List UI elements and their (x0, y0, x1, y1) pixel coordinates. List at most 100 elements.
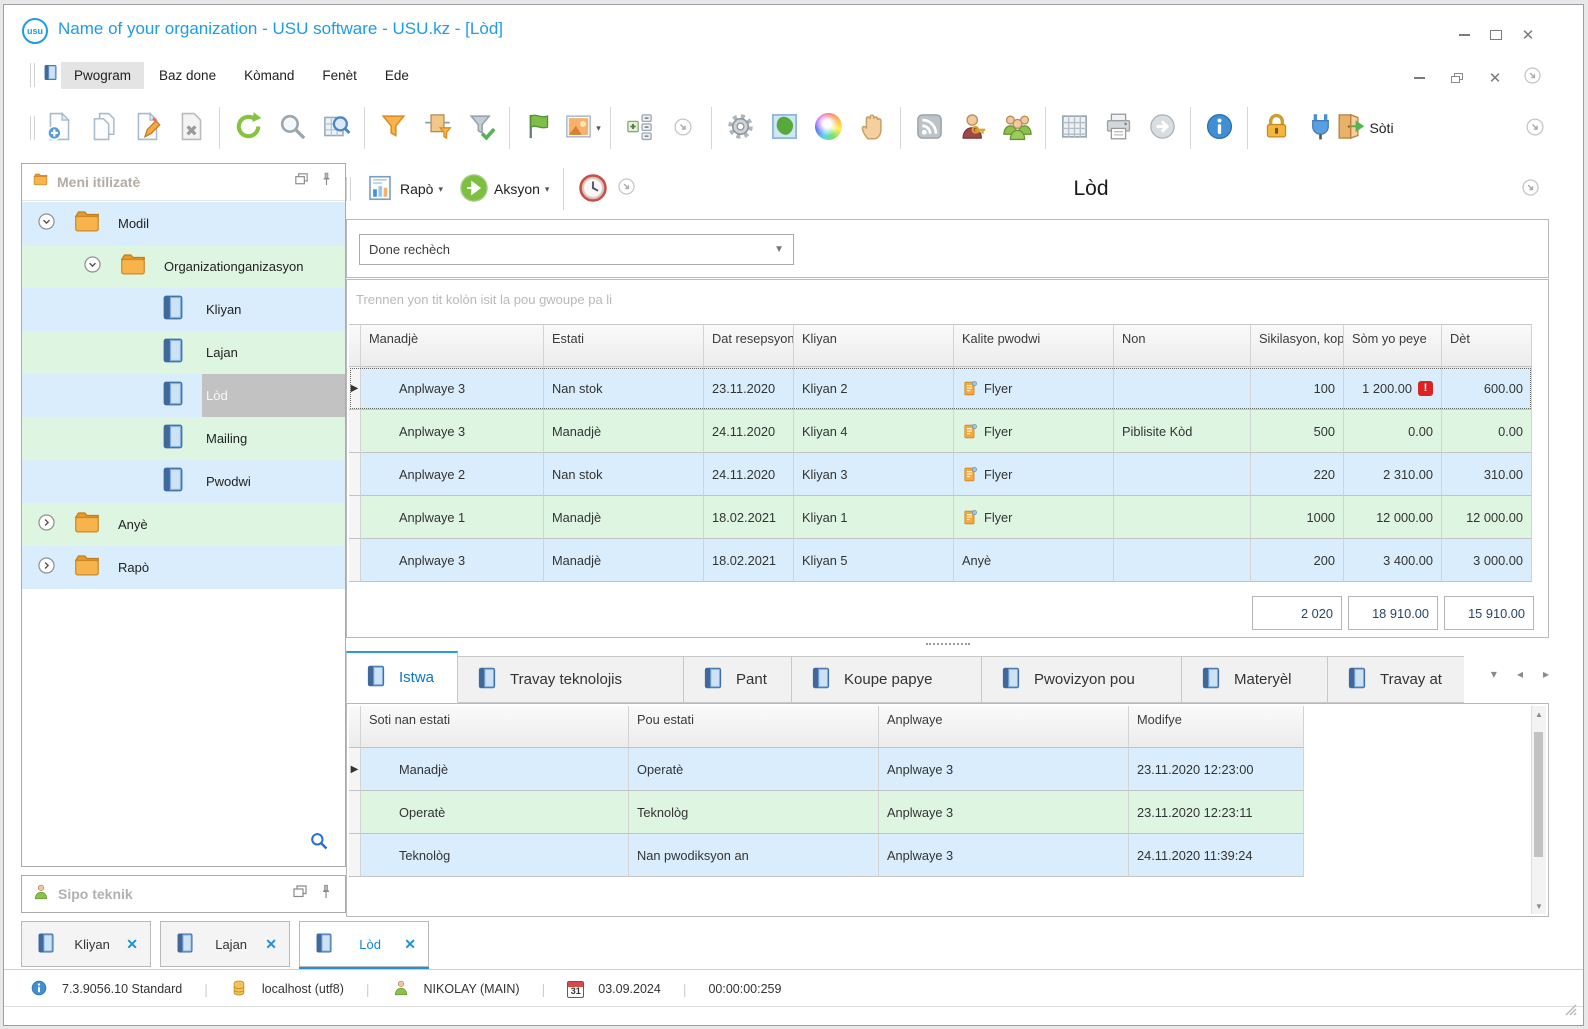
tab-travay-teknolojis[interactable]: Travay teknolojis (458, 656, 684, 703)
close-tab-button[interactable]: ✕ (265, 936, 277, 953)
flag-button[interactable] (516, 101, 560, 155)
users-group-button[interactable] (995, 101, 1039, 155)
lock-button[interactable] (1254, 101, 1298, 155)
edit-document-button[interactable] (125, 101, 169, 155)
close-button[interactable]: ✕ (1517, 27, 1539, 43)
copy-document-button[interactable] (81, 101, 125, 155)
new-document-button[interactable] (37, 101, 81, 155)
go-next-button[interactable] (1140, 101, 1184, 155)
tree-item-organizationganizasyon[interactable]: Organizationganizasyon (22, 245, 345, 288)
exit-door-button[interactable]: Sòti (1338, 101, 1394, 155)
float-window-icon[interactable] (291, 883, 309, 906)
filter-button[interactable] (371, 101, 415, 155)
table-row[interactable]: Anplwaye 3 Manadjè 24.11.2020 Kliyan 4 Flyer… (349, 410, 1532, 453)
info-button[interactable] (1197, 101, 1241, 155)
menu-item-ede[interactable]: Ede (372, 62, 422, 89)
doc-tab-kliyan[interactable]: Kliyan ✕ (21, 921, 151, 967)
tree-item-mailing[interactable]: Mailing (22, 417, 345, 460)
expander-closed-icon[interactable] (36, 512, 57, 538)
panel-splitter[interactable] (346, 637, 1549, 651)
doc-tab-lajan[interactable]: Lajan ✕ (160, 921, 290, 967)
tab-pant[interactable]: Pant (684, 656, 792, 703)
scroll-up-icon[interactable]: ▲ (1532, 706, 1546, 722)
settings-gear-button[interactable] (718, 101, 762, 155)
maximize-button[interactable] (1485, 27, 1507, 43)
mdi-restore-button[interactable] (1446, 70, 1468, 86)
table-row[interactable]: Anplwaye 1 Manadjè 18.02.2021 Kliyan 1 Flyer… (349, 496, 1532, 539)
tree-item-modil[interactable]: Modil (22, 202, 345, 245)
tree-item-lajan[interactable]: Lajan (22, 331, 345, 374)
tab-istwa[interactable]: Istwa (346, 651, 458, 703)
table-row[interactable]: Anplwaye 2 Nan stok 24.11.2020 Kliyan 3 Flye… (349, 453, 1532, 496)
filter-apply-button[interactable] (459, 101, 503, 155)
image-button[interactable]: ▾ (560, 101, 604, 155)
column-header-manadj[interactable]: Manadjè (361, 324, 544, 367)
tree-item-rap[interactable]: Rapò (22, 546, 345, 589)
map-button[interactable] (762, 101, 806, 155)
column-header-dat-resepsyon[interactable]: Dat resepsyon (704, 324, 794, 367)
column-header-sikilasyon-kopi[interactable]: Sikilasyon, kopi (1251, 324, 1344, 367)
table-row[interactable]: Anplwaye 3 Manadjè 18.02.2021 Kliyan 5 Anyè 2… (349, 539, 1532, 582)
layout-cards-button[interactable] (617, 101, 661, 155)
vertical-scrollbar[interactable]: ▲ ▼ (1531, 706, 1546, 914)
pin-icon[interactable] (317, 883, 335, 906)
search-combo[interactable]: Done rechèch ▼ (359, 234, 794, 265)
column-header-kliyan[interactable]: Kliyan (794, 324, 954, 367)
tab-pwovizyon-pou[interactable]: Pwovizyon pou (982, 656, 1182, 703)
table-row[interactable]: Operatè Teknològ Anplwaye 3 23.11.2020 12:2… (349, 791, 1304, 834)
menu-item-baz-done[interactable]: Baz done (146, 62, 229, 89)
collapse-chevron-icon[interactable] (1520, 177, 1541, 203)
refresh-button[interactable] (226, 101, 270, 155)
search-button[interactable] (270, 101, 314, 155)
tree-item-l-d[interactable]: Lòd (22, 374, 345, 417)
tab-koupe-papye[interactable]: Koupe papye (792, 656, 982, 703)
collapse-chevron-button[interactable] (1513, 101, 1557, 155)
menu-item-k-mand[interactable]: Kòmand (231, 62, 307, 89)
column-header-estati[interactable]: Estati (544, 324, 704, 367)
colors-button[interactable] (806, 101, 850, 155)
column-header-s-m-yo-peye[interactable]: Sòm yo peye (1344, 324, 1442, 367)
tab-scroll-right-icon[interactable]: ▸ (1543, 667, 1549, 681)
tree-item-any[interactable]: Anyè (22, 503, 345, 546)
column-header-d-t[interactable]: Dèt (1442, 324, 1532, 367)
table-grid-button[interactable] (1052, 101, 1096, 155)
action-button[interactable]: Aksyon ▾ (451, 166, 557, 212)
column-header-non[interactable]: Non (1114, 324, 1251, 367)
column-header-anplwaye[interactable]: Anplwaye (879, 706, 1129, 748)
collapse-chevron-icon[interactable] (1522, 65, 1543, 91)
pin-icon[interactable] (318, 171, 335, 193)
tree-item-kliyan[interactable]: Kliyan (22, 288, 345, 331)
column-header-kalite-pwodwi[interactable]: Kalite pwodwi (954, 324, 1114, 367)
delete-document-button[interactable] (169, 101, 213, 155)
close-tab-button[interactable]: ✕ (126, 936, 138, 953)
float-window-icon[interactable] (293, 171, 310, 193)
tab-scroll-left-icon[interactable]: ◂ (1517, 667, 1523, 681)
expander-open-icon[interactable] (36, 211, 57, 237)
column-header-soti-nan-estati[interactable]: Soti nan estati (361, 706, 629, 748)
rss-feed-button[interactable] (907, 101, 951, 155)
search-icon[interactable] (309, 831, 329, 856)
column-header-pou-estati[interactable]: Pou estati (629, 706, 879, 748)
expander-closed-icon[interactable] (36, 555, 57, 581)
table-row[interactable]: Teknològ Nan pwodiksyon an Anplwaye 3 24.11… (349, 834, 1304, 877)
mdi-close-button[interactable]: ✕ (1484, 70, 1506, 86)
collapse-chevron-icon[interactable] (616, 176, 637, 202)
expander-open-icon[interactable] (82, 254, 103, 280)
tab-matery-l[interactable]: Materyèl (1182, 656, 1328, 703)
scroll-down-icon[interactable]: ▼ (1532, 898, 1546, 914)
printer-button[interactable] (1096, 101, 1140, 155)
tab-list-dropdown-icon[interactable]: ▾ (1491, 667, 1497, 681)
search-table-button[interactable] (314, 101, 358, 155)
resize-grip-icon[interactable] (1564, 1003, 1577, 1021)
table-row[interactable]: ▶ Manadjè Operatè Anplwaye 3 23.11.2020 12:2… (349, 748, 1304, 791)
table-row[interactable]: ▶ Anplwaye 3 Nan stok 23.11.2020 Kliyan 2 Fly… (349, 367, 1532, 410)
menu-item-fen-t[interactable]: Fenèt (309, 62, 370, 89)
scrollbar-thumb[interactable] (1534, 732, 1543, 857)
doc-tab-l-d[interactable]: Lòd ✕ (299, 921, 429, 970)
tree-item-pwodwi[interactable]: Pwodwi (22, 460, 345, 503)
minimize-button[interactable] (1453, 27, 1475, 43)
hand-button[interactable] (850, 101, 894, 155)
user-key-button[interactable] (951, 101, 995, 155)
close-tab-button[interactable]: ✕ (404, 936, 416, 953)
menu-item-pwogram[interactable]: Pwogram (61, 61, 145, 89)
